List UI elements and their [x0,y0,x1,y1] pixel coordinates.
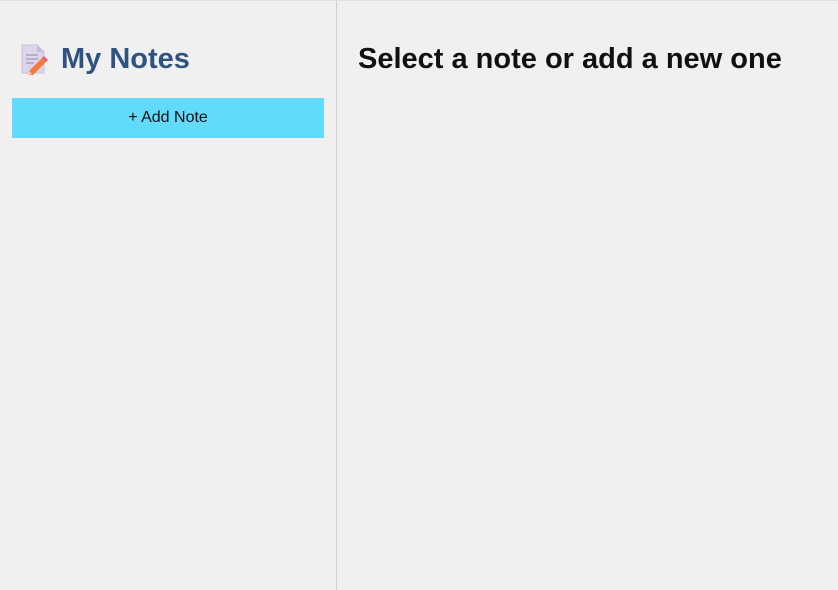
memo-icon [19,43,49,75]
sidebar: My Notes + Add Note [0,1,337,590]
app-title: My Notes [61,42,190,75]
add-note-button[interactable]: + Add Note [12,98,324,138]
empty-state-heading: Select a note or add a new one [358,43,782,75]
app-window: My Notes + Add Note Select a note or add… [0,0,838,590]
main-panel: Select a note or add a new one [337,1,838,590]
sidebar-header: My Notes [12,29,323,89]
